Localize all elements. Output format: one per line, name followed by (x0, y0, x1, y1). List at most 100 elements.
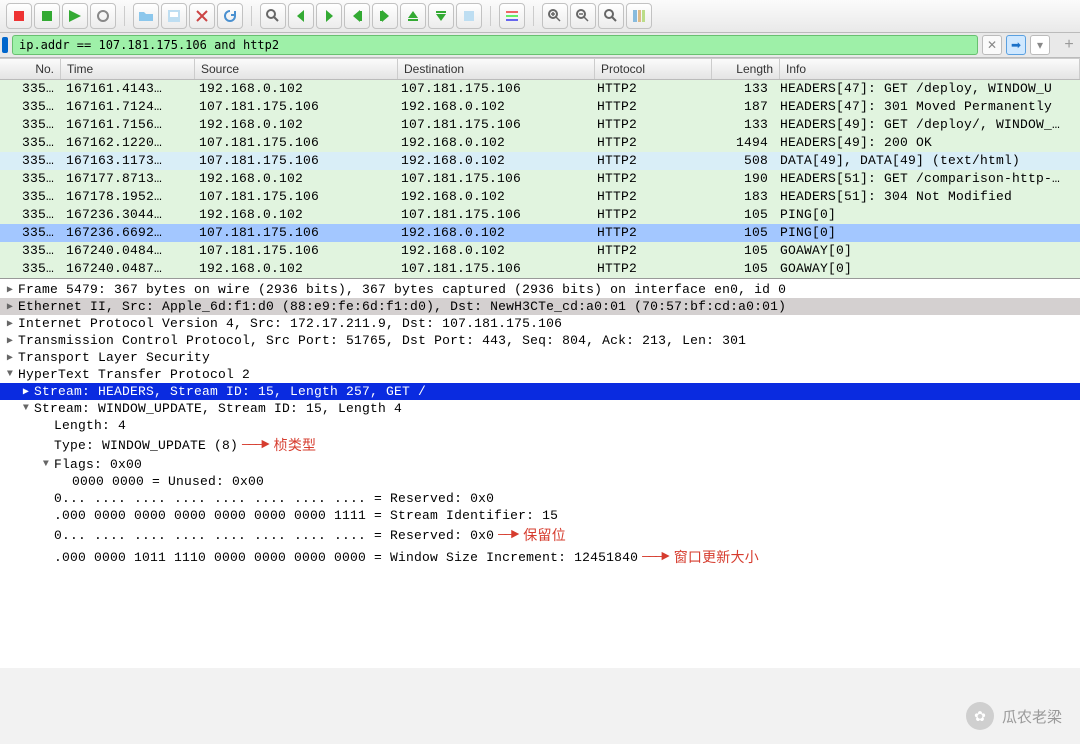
zoom-reset-button[interactable] (598, 3, 624, 29)
display-filter-input[interactable] (12, 35, 978, 55)
cell-info: PING[0] (774, 224, 1080, 242)
collapse-icon[interactable]: ▼ (4, 369, 16, 380)
colorize-button[interactable] (499, 3, 525, 29)
expand-icon[interactable]: ▶ (4, 335, 16, 347)
packet-row[interactable]: 335…167161.7124…107.181.175.106192.168.0… (0, 98, 1080, 116)
resize-columns-button[interactable] (626, 3, 652, 29)
cell-len: 133 (707, 116, 774, 134)
tree-stream-headers[interactable]: ▶Stream: HEADERS, Stream ID: 15, Length … (0, 383, 1080, 400)
column-header-destination[interactable]: Destination (398, 59, 595, 79)
apply-filter-button[interactable]: ➡ (1006, 35, 1026, 55)
watermark-text: 瓜农老梁 (1002, 706, 1062, 727)
column-header-info[interactable]: Info (780, 59, 1080, 79)
tree-ip[interactable]: ▶Internet Protocol Version 4, Src: 172.1… (0, 315, 1080, 332)
tree-reserved-2[interactable]: 0... .... .... .... .... .... .... .... … (0, 524, 1080, 546)
cell-len: 183 (707, 188, 774, 206)
restart-capture-button[interactable] (62, 3, 88, 29)
cell-info: GOAWAY[0] (774, 260, 1080, 278)
cell-src: 192.168.0.102 (193, 170, 395, 188)
packet-row[interactable]: 335…167161.4143…192.168.0.102107.181.175… (0, 80, 1080, 98)
packet-list-header[interactable]: No. Time Source Destination Protocol Len… (0, 58, 1080, 80)
jump-prev-button[interactable] (344, 3, 370, 29)
cell-time: 167236.3044… (60, 206, 193, 224)
tree-http2[interactable]: ▼HyperText Transfer Protocol 2 (0, 366, 1080, 383)
cell-proto: HTTP2 (591, 170, 707, 188)
packet-row[interactable]: 335…167162.1220…107.181.175.106192.168.0… (0, 134, 1080, 152)
cell-src: 192.168.0.102 (193, 206, 395, 224)
toolbar-separator (124, 6, 125, 26)
zoom-in-button[interactable] (542, 3, 568, 29)
cell-proto: HTTP2 (591, 188, 707, 206)
tree-flags[interactable]: ▼Flags: 0x00 (0, 456, 1080, 473)
expand-icon[interactable]: ▶ (4, 352, 16, 364)
stop-capture-button[interactable] (34, 3, 60, 29)
cell-dst: 192.168.0.102 (395, 152, 591, 170)
cell-info: GOAWAY[0] (774, 242, 1080, 260)
tree-flags-unused[interactable]: 0000 0000 = Unused: 0x00 (0, 473, 1080, 490)
tree-tcp[interactable]: ▶Transmission Control Protocol, Src Port… (0, 332, 1080, 349)
go-prev-button[interactable] (288, 3, 314, 29)
clear-filter-button[interactable]: ✕ (982, 35, 1002, 55)
expand-icon[interactable]: ▶ (4, 284, 16, 296)
packet-row[interactable]: 335…167236.3044…192.168.0.102107.181.175… (0, 206, 1080, 224)
packet-list-rows[interactable]: 335…167161.4143…192.168.0.102107.181.175… (0, 80, 1080, 278)
packet-row[interactable]: 335…167177.8713…192.168.0.102107.181.175… (0, 170, 1080, 188)
tree-type[interactable]: Type: WINDOW_UPDATE (8)———►桢类型 (0, 434, 1080, 456)
tree-window-size[interactable]: .000 0000 1011 1110 0000 0000 0000 0000 … (0, 546, 1080, 568)
annotation-frame-type: 桢类型 (274, 435, 317, 455)
toolbar-separator (533, 6, 534, 26)
packet-row[interactable]: 335…167178.1952…107.181.175.106192.168.0… (0, 188, 1080, 206)
add-filter-button[interactable]: + (1060, 36, 1078, 54)
go-next-button[interactable] (316, 3, 342, 29)
expand-icon[interactable]: ▶ (4, 318, 16, 330)
tree-ethernet[interactable]: ▶Ethernet II, Src: Apple_6d:f1:d0 (88:e9… (0, 298, 1080, 315)
cell-dst: 107.181.175.106 (395, 206, 591, 224)
expand-icon[interactable]: ▶ (20, 386, 32, 398)
save-file-button[interactable] (161, 3, 187, 29)
column-header-time[interactable]: Time (61, 59, 195, 79)
tree-stream-window-update[interactable]: ▼Stream: WINDOW_UPDATE, Stream ID: 15, L… (0, 400, 1080, 417)
autoscroll-button[interactable] (456, 3, 482, 29)
filter-bookmark-icon[interactable] (2, 37, 8, 53)
packet-list-pane: No. Time Source Destination Protocol Len… (0, 58, 1080, 278)
go-top-button[interactable] (400, 3, 426, 29)
tree-reserved-1[interactable]: 0... .... .... .... .... .... .... .... … (0, 490, 1080, 507)
cell-dst: 107.181.175.106 (395, 260, 591, 278)
tree-length[interactable]: Length: 4 (0, 417, 1080, 434)
cell-no: 335… (0, 170, 60, 188)
filter-history-button[interactable]: ▾ (1030, 35, 1050, 55)
cell-proto: HTTP2 (591, 152, 707, 170)
annotation-arrow-icon: ———► (242, 437, 268, 453)
zoom-out-button[interactable] (570, 3, 596, 29)
column-header-protocol[interactable]: Protocol (595, 59, 712, 79)
packet-row[interactable]: 335…167236.6692…107.181.175.106192.168.0… (0, 224, 1080, 242)
jump-next-button[interactable] (372, 3, 398, 29)
cell-proto: HTTP2 (591, 242, 707, 260)
go-bottom-button[interactable] (428, 3, 454, 29)
cell-src: 107.181.175.106 (193, 98, 395, 116)
start-capture-button[interactable] (6, 3, 32, 29)
column-header-length[interactable]: Length (712, 59, 780, 79)
packet-row[interactable]: 335…167161.7156…192.168.0.102107.181.175… (0, 116, 1080, 134)
cell-src: 107.181.175.106 (193, 224, 395, 242)
tree-tls[interactable]: ▶Transport Layer Security (0, 349, 1080, 366)
collapse-icon[interactable]: ▼ (40, 459, 52, 470)
packet-row[interactable]: 335…167240.0484…107.181.175.106192.168.0… (0, 242, 1080, 260)
column-header-no[interactable]: No. (0, 59, 61, 79)
close-file-button[interactable] (189, 3, 215, 29)
packet-row[interactable]: 335…167240.0487…192.168.0.102107.181.175… (0, 260, 1080, 278)
tree-frame[interactable]: ▶Frame 5479: 367 bytes on wire (2936 bit… (0, 281, 1080, 298)
tree-stream-id[interactable]: .000 0000 0000 0000 0000 0000 0000 1111 … (0, 507, 1080, 524)
cell-info: PING[0] (774, 206, 1080, 224)
expand-icon[interactable]: ▶ (4, 301, 16, 313)
find-button[interactable] (260, 3, 286, 29)
reload-button[interactable] (217, 3, 243, 29)
open-file-button[interactable] (133, 3, 159, 29)
cell-dst: 192.168.0.102 (395, 98, 591, 116)
packet-row[interactable]: 335…167163.1173…107.181.175.106192.168.0… (0, 152, 1080, 170)
collapse-icon[interactable]: ▼ (20, 403, 32, 414)
column-header-source[interactable]: Source (195, 59, 398, 79)
packet-details-pane[interactable]: ▶Frame 5479: 367 bytes on wire (2936 bit… (0, 278, 1080, 668)
cell-info: HEADERS[47]: 301 Moved Permanently (774, 98, 1080, 116)
capture-options-button[interactable] (90, 3, 116, 29)
